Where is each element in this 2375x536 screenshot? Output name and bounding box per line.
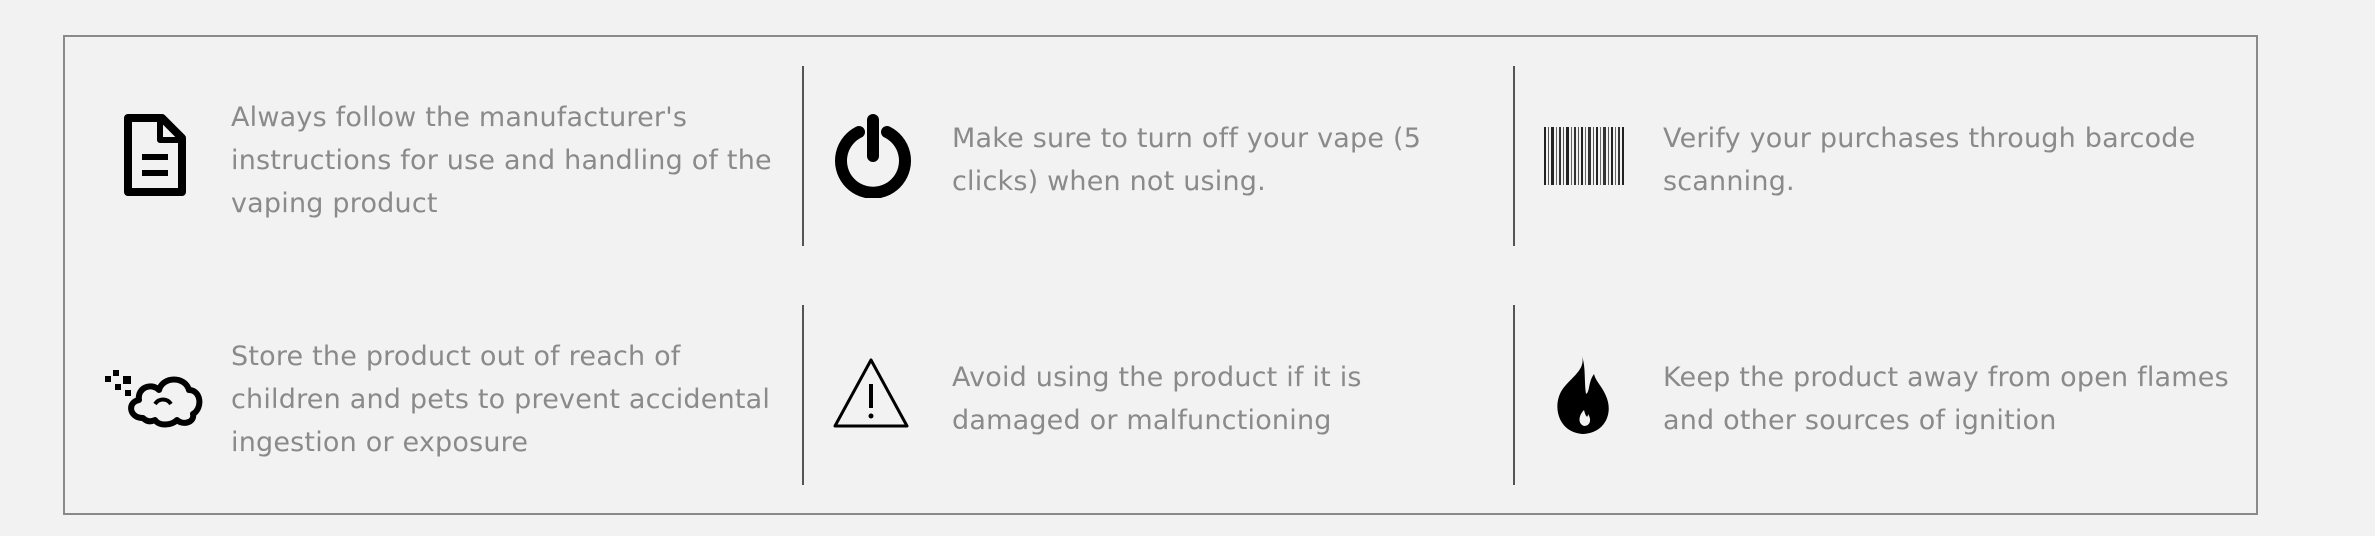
divider	[1513, 305, 1515, 485]
tip-text-turn-off: Make sure to turn off your vape (5 click…	[952, 123, 1422, 197]
tip-text-open-flames: Keep the product away from open flames a…	[1663, 362, 2229, 436]
power-icon	[831, 114, 915, 198]
tip-text-store-safely: Store the product out of reach of childr…	[231, 341, 771, 458]
divider	[802, 66, 804, 246]
tip-text-damaged: Avoid using the product if it is damaged…	[952, 362, 1362, 436]
tip-text-follow-instructions: Always follow the manufacturer's instruc…	[231, 102, 772, 219]
document-icon	[118, 112, 188, 198]
divider	[1513, 66, 1515, 246]
barcode-icon	[1542, 125, 1626, 187]
flame-icon	[1548, 352, 1618, 438]
tip-text-barcode: Verify your purchases through barcode sc…	[1663, 123, 2196, 197]
smoke-cloud-icon	[103, 360, 203, 430]
warning-icon	[831, 356, 911, 430]
divider	[802, 305, 804, 485]
